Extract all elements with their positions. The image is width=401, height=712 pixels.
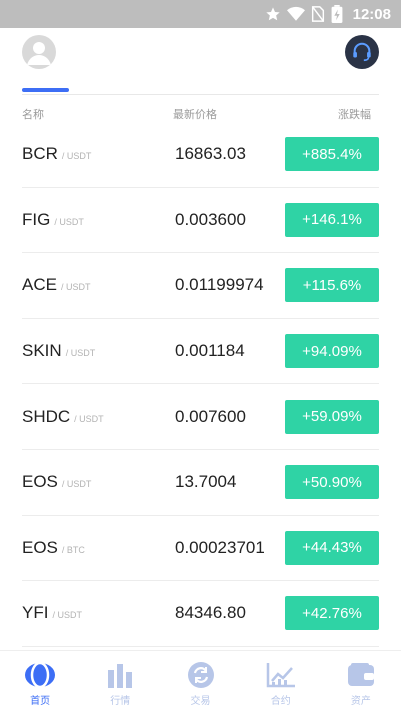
change-badge: +42.76% [285,596,379,631]
pair-symbol: YFI / USDT [22,603,82,623]
tab-indicator [22,88,69,92]
base-currency: SHDC [22,406,71,426]
last-price: 16863.03 [175,144,246,164]
nav-label: 首页 [30,696,51,707]
last-price: 0.00023701 [175,537,265,557]
quote-currency: / USDT [61,479,92,490]
quote-currency: / BTC [61,544,85,555]
headset-icon [353,42,371,62]
change-badge: +146.1% [285,202,379,237]
nav-item-3[interactable]: 合约 [241,651,321,712]
base-currency: FIG [22,209,51,229]
base-currency: ACE [22,275,57,295]
nav-item-4[interactable]: 资产 [321,651,401,712]
quote-currency: / USDT [52,610,82,621]
nav-label: 行情 [110,696,131,707]
nav-label: 资产 [350,696,371,707]
customer-service-button[interactable] [345,35,379,69]
market-row[interactable]: BCR / USDT 16863.03 +885.4% [22,122,379,188]
user-icon [27,42,51,65]
market-row[interactable]: SHDC / USDT 0.007600 +59.09% [22,384,379,450]
home-icon [24,660,56,690]
base-currency: EOS [22,472,58,492]
last-price: 0.003600 [175,209,246,229]
quote-currency: / USDT [74,413,104,424]
change-badge: +50.90% [285,465,379,500]
last-price: 13.7004 [175,472,237,492]
wifi-icon [286,6,305,22]
change-badge: +115.6% [285,268,379,303]
star-icon [265,6,281,22]
market-row[interactable]: ACE / USDT 0.01199974 +115.6% [22,253,379,319]
quote-currency: / USDT [60,282,91,293]
pair-symbol: BCR / USDT [22,144,91,164]
contract-chart-icon [265,660,297,690]
wallet-icon [345,660,377,690]
base-currency: YFI [22,603,49,623]
pair-symbol: ACE / USDT [22,275,90,295]
divider [22,94,379,95]
nav-label: 合约 [270,696,291,707]
market-row[interactable]: EOS / USDT 13.7004 +50.90% [22,450,379,516]
quote-currency: / USDT [65,348,96,359]
column-change-header[interactable]: 涨跌幅 [338,106,371,122]
no-sim-icon [311,6,325,22]
base-currency: BCR [22,144,58,164]
battery-charging-icon [331,5,343,23]
last-price: 0.001184 [175,341,245,361]
nav-item-0[interactable]: 首页 [0,651,80,712]
change-badge: +885.4% [285,137,379,172]
base-currency: EOS [22,537,58,557]
market-row[interactable]: YFI / USDT 84346.80 +42.76% [22,581,379,647]
market-row[interactable]: SKIN / USDT 0.001184 +94.09% [22,319,379,385]
change-badge: +94.09% [285,334,379,369]
nav-label: 交易 [190,696,211,707]
status-bar: 12:08 [0,0,401,28]
status-time: 12:08 [352,5,391,23]
column-name-header[interactable]: 名称 [22,106,44,122]
market-list: BCR / USDT 16863.03 +885.4% FIG / USDT 0.00360… [22,122,379,647]
pair-symbol: SHDC / USDT [22,407,104,427]
pair-symbol: FIG / USDT [22,210,84,230]
bottom-nav: 首页 行情 交易 合约 资产 [0,650,401,712]
last-price: 0.007600 [175,406,246,426]
change-badge: +44.43% [285,530,379,565]
last-price: 0.01199974 [175,275,264,295]
exchange-icon [185,660,217,690]
quote-currency: / USDT [54,216,84,227]
pair-symbol: EOS / USDT [22,472,91,492]
column-price-header[interactable]: 最新价格 [173,106,217,122]
last-price: 84346.80 [175,603,246,623]
nav-item-2[interactable]: 交易 [160,651,240,712]
nav-item-1[interactable]: 行情 [80,651,160,712]
change-badge: +59.09% [285,399,379,434]
header [0,28,401,95]
avatar[interactable] [22,35,56,69]
market-bars-icon [104,660,136,690]
pair-symbol: EOS / BTC [22,538,85,558]
base-currency: SKIN [22,341,62,361]
market-row[interactable]: EOS / BTC 0.00023701 +44.43% [22,516,379,582]
pair-symbol: SKIN / USDT [22,341,95,361]
quote-currency: / USDT [61,151,92,162]
market-row[interactable]: FIG / USDT 0.003600 +146.1% [22,188,379,254]
